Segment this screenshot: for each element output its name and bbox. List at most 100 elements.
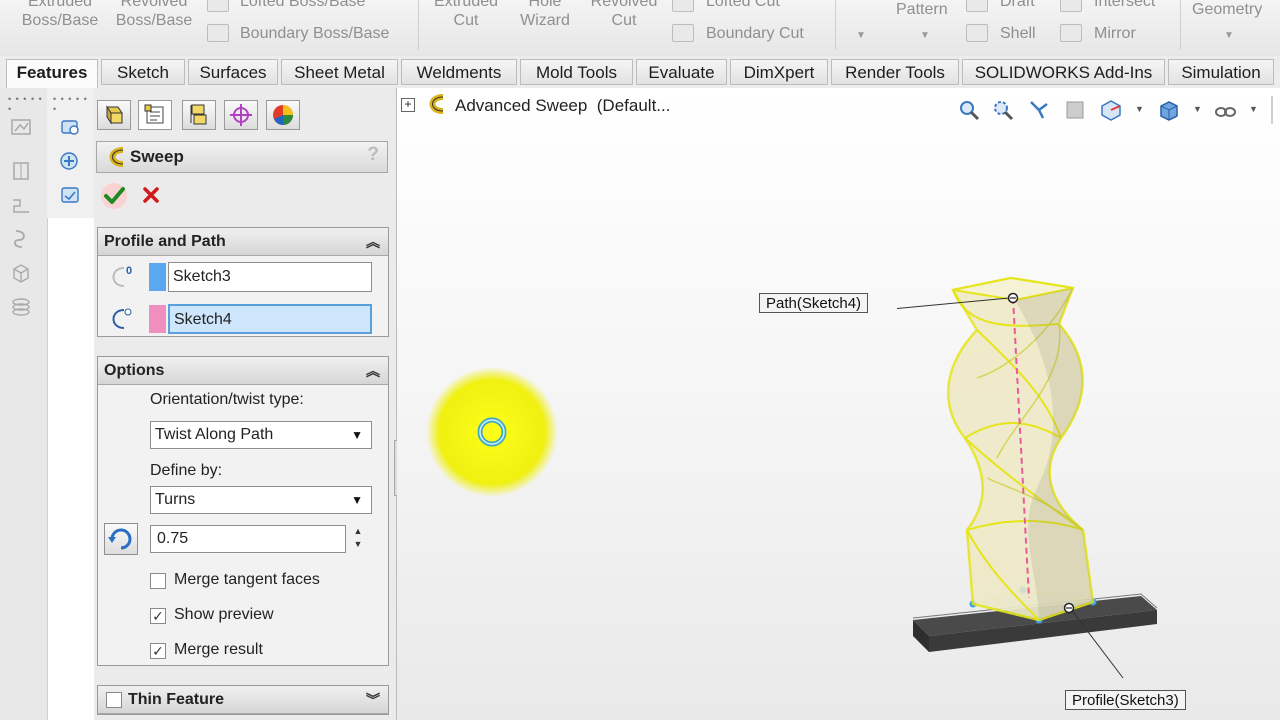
options-header[interactable]: Options ︽ (98, 357, 388, 385)
hole-wizard-button[interactable]: Hole Wizard (508, 0, 582, 30)
view-orientation-dropdown-icon[interactable]: ▼ (1135, 104, 1144, 114)
define-by-select[interactable]: Turns ▼ (150, 486, 372, 514)
part-icon[interactable] (10, 160, 32, 182)
draft-icon (966, 0, 988, 12)
reference-geometry-button[interactable]: Geometry (1192, 0, 1262, 19)
display-style-dropdown-icon[interactable]: ▼ (1193, 104, 1202, 114)
tab-evaluate[interactable]: Evaluate (636, 59, 727, 85)
expand-chevron-icon[interactable]: ︾ (366, 686, 380, 714)
extruded-cut-button[interactable]: Extruded Cut (426, 0, 506, 30)
sketch-tools-strip: • • • • • • (0, 88, 48, 720)
collapse-chevron-icon[interactable]: ︽ (366, 357, 380, 385)
lofted-cut-icon (672, 0, 694, 12)
tab-features[interactable]: Features (6, 59, 98, 88)
cube-icon[interactable] (10, 262, 32, 284)
command-ribbon: Extruded Boss/Base Revolved Boss/Base Lo… (0, 0, 1280, 57)
dimxpert-manager-tab[interactable] (224, 100, 258, 130)
curve-icon[interactable] (10, 194, 32, 216)
coil-icon[interactable] (10, 296, 32, 318)
feature-manager-tab[interactable] (97, 100, 131, 130)
property-manager-tab[interactable] (138, 100, 172, 130)
extruded-boss-button[interactable]: Extruded Boss/Base (14, 0, 106, 30)
zoom-to-fit-icon[interactable] (957, 98, 981, 122)
section-view-icon[interactable] (1063, 98, 1087, 122)
sweep-feature-icon (429, 94, 444, 114)
options-label: Options (104, 362, 165, 379)
tab-solidworks-add-ins[interactable]: SOLIDWORKS Add-Ins (962, 59, 1165, 85)
mirror-button[interactable]: Mirror (1094, 24, 1136, 43)
configuration-manager-tab[interactable] (182, 100, 216, 130)
property-manager-icon (144, 104, 164, 124)
hide-show-dropdown-icon[interactable]: ▼ (1249, 104, 1258, 114)
display-manager-tab[interactable] (266, 100, 300, 130)
tab-weldments[interactable]: Weldments (401, 59, 517, 85)
path-callout[interactable]: Path(Sketch4) (759, 293, 869, 313)
profile-and-path-header[interactable]: Profile and Path ︽ (98, 228, 388, 256)
profile-color-swatch (149, 263, 166, 291)
collapse-chevron-icon[interactable]: ︽ (366, 228, 380, 256)
feature-tree-item[interactable]: Advanced Sweep (Default... (455, 96, 670, 116)
lofted-boss-button[interactable]: Lofted Boss/Base (240, 0, 365, 11)
tab-render-tools[interactable]: Render Tools (831, 59, 959, 85)
turns-input[interactable]: 0.75 (150, 525, 346, 553)
mirror-icon (1060, 24, 1082, 42)
draft-button[interactable]: Draft (1000, 0, 1035, 11)
display-style-icon[interactable] (1157, 98, 1181, 122)
boundary-boss-button[interactable]: Boundary Boss/Base (240, 24, 389, 43)
tab-mold-tools[interactable]: Mold Tools (520, 59, 633, 85)
hide-show-items-icon[interactable] (1213, 98, 1237, 122)
ok-button[interactable] (98, 180, 130, 212)
revolved-cut-button[interactable]: Revolved Cut (584, 0, 664, 30)
tab-simulation[interactable]: Simulation (1168, 59, 1274, 85)
zoom-to-area-icon[interactable] (991, 98, 1015, 122)
pattern-dropdown-icon[interactable]: ▼ (856, 30, 866, 41)
profile-field[interactable]: Sketch3 (168, 262, 372, 292)
sketch-icon[interactable] (10, 116, 32, 138)
hook-icon[interactable] (10, 228, 32, 250)
feature-tree-icon[interactable] (59, 116, 81, 138)
boundary-boss-icon (207, 24, 229, 42)
geometry-dropdown-icon[interactable]: ▼ (1224, 30, 1234, 41)
pattern-button[interactable]: Pattern (896, 0, 948, 19)
property-manager: Sweep ? Profile and Path ︽ 0 Sketch3 Ske… (94, 88, 406, 720)
intersect-button[interactable]: Intersect (1094, 0, 1155, 11)
previous-view-icon[interactable] (1027, 98, 1051, 122)
profile-icon: 0 (112, 265, 132, 287)
feature-manager-icon (106, 105, 123, 125)
orientation-twist-select[interactable]: Twist Along Path ▼ (150, 421, 372, 449)
turns-stepper[interactable]: ▲ ▼ (348, 525, 368, 553)
revolved-boss-button[interactable]: Revolved Boss/Base (108, 0, 200, 30)
view-orientation-icon[interactable] (1099, 98, 1123, 122)
ribbon-separator (835, 0, 836, 50)
pattern2-dropdown-icon[interactable]: ▼ (920, 30, 930, 41)
orientation-twist-label: Orientation/twist type: (150, 391, 304, 408)
path-field[interactable]: Sketch4 (168, 304, 372, 334)
tab-sketch[interactable]: Sketch (101, 59, 185, 85)
thin-feature-header[interactable]: Thin Feature ︾ (98, 686, 388, 714)
merge-tangent-checkbox[interactable] (150, 573, 166, 589)
boundary-cut-button[interactable]: Boundary Cut (706, 24, 804, 43)
tab-dimxpert[interactable]: DimXpert (730, 59, 828, 85)
path-color-swatch (149, 305, 166, 333)
configuration-icon[interactable] (59, 184, 81, 206)
boundary-cut-icon (672, 24, 694, 42)
sweep-icon (109, 147, 124, 167)
profile-callout[interactable]: Profile(Sketch3) (1065, 690, 1186, 710)
help-icon[interactable]: ? (367, 144, 379, 166)
profile-and-path-group: Profile and Path ︽ 0 Sketch3 Sketch4 (97, 227, 389, 337)
define-by-value: Turns (155, 491, 196, 508)
shell-button[interactable]: Shell (1000, 24, 1036, 43)
reverse-direction-button[interactable] (104, 523, 138, 555)
options-group: Options ︽ Orientation/twist type: Twist … (97, 356, 389, 666)
add-feature-icon[interactable] (59, 150, 81, 172)
grip-dots: • • • • • • (8, 94, 43, 114)
graphics-area[interactable]: + Advanced Sweep (Default... ▼ ▼ ▼ Path(… (397, 88, 1280, 720)
tab-surfaces[interactable]: Surfaces (188, 59, 278, 85)
cancel-button[interactable] (140, 184, 162, 206)
expand-tree-icon[interactable]: + (401, 98, 415, 112)
merge-result-checkbox[interactable]: ✓ (150, 643, 166, 659)
tab-sheet-metal[interactable]: Sheet Metal (281, 59, 398, 85)
thin-feature-checkbox[interactable] (106, 692, 122, 708)
lofted-cut-button[interactable]: Lofted Cut (706, 0, 780, 11)
show-preview-checkbox[interactable]: ✓ (150, 608, 166, 624)
